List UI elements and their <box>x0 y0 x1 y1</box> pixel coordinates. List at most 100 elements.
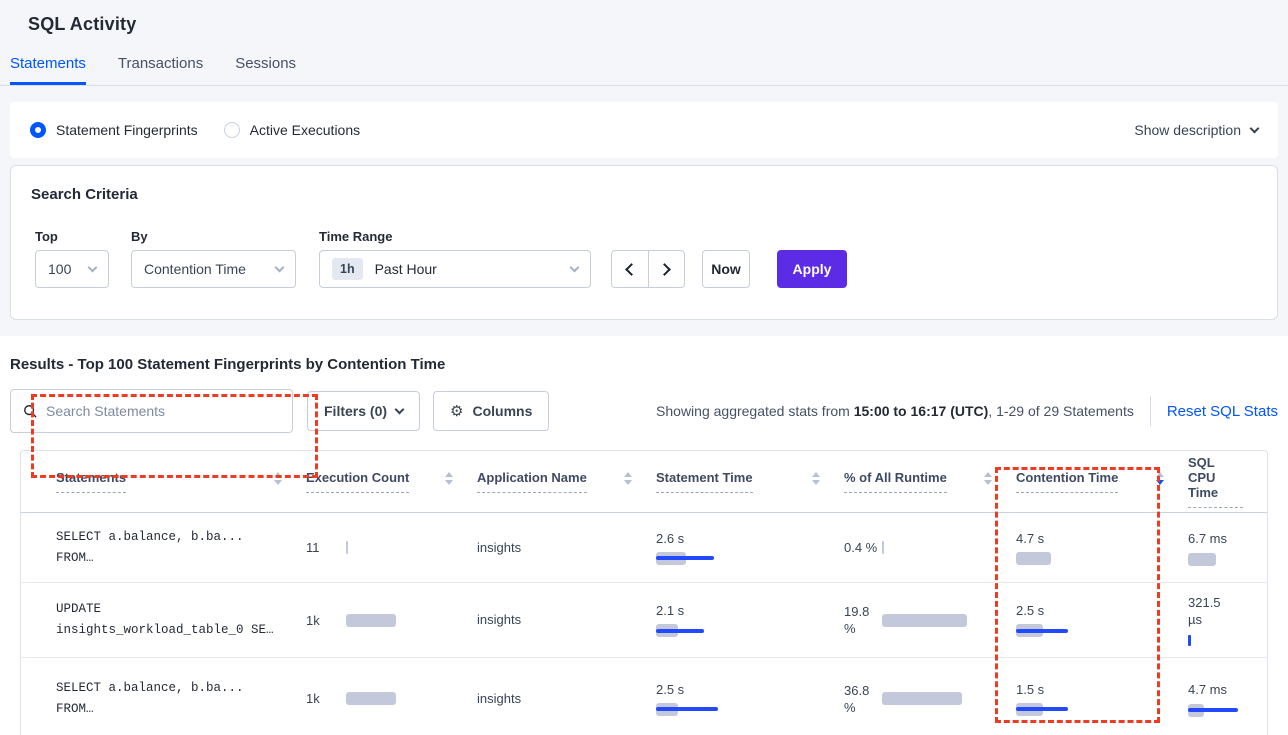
page-title: SQL Activity <box>28 14 1288 35</box>
application-name-cell: insights <box>477 690 656 708</box>
table-row: SELECT a.balance, b.ba... FROM… 1k insig… <box>21 658 1267 735</box>
divider <box>1150 396 1151 426</box>
filters-button[interactable]: Filters (0) <box>307 391 420 431</box>
pct-runtime-cell: 0.4 % <box>844 539 1016 556</box>
sql-cpu-time-cell: 6.7 ms <box>1188 530 1267 566</box>
statement-link[interactable]: SELECT a.balance, b.ba... FROM… <box>21 678 306 720</box>
show-description-label: Show description <box>1134 122 1241 138</box>
column-header-pct-runtime[interactable]: % of All Runtime <box>844 470 1016 493</box>
pct-runtime-cell: 36.8 % <box>844 682 1016 716</box>
next-time-button[interactable] <box>649 251 685 287</box>
chevron-down-icon <box>570 262 580 272</box>
tab-transactions[interactable]: Transactions <box>118 55 203 85</box>
chevron-down-icon <box>88 262 98 272</box>
bar-chart <box>1016 624 1108 637</box>
execution-count-cell: 11 <box>306 540 477 555</box>
bar-chart <box>656 703 748 716</box>
bar-chart <box>882 692 974 705</box>
execution-count-cell: 1k <box>306 613 477 628</box>
execution-count-cell: 1k <box>306 691 477 706</box>
previous-time-button[interactable] <box>612 251 649 287</box>
columns-label: Columns <box>472 403 532 419</box>
column-header-contention-time[interactable]: Contention Time <box>1016 470 1188 493</box>
column-header-sql-cpu-time[interactable]: SQL CPU Time <box>1188 455 1267 508</box>
table-header-row: Statements Execution Count Application N… <box>21 451 1267 513</box>
column-header-statement-time[interactable]: Statement Time <box>656 470 844 493</box>
tab-sessions[interactable]: Sessions <box>235 55 296 85</box>
tab-statements[interactable]: Statements <box>10 55 86 85</box>
top-select-value: 100 <box>48 261 71 277</box>
search-input[interactable] <box>46 403 280 419</box>
results-heading: Results - Top 100 Statement Fingerprints… <box>10 356 1278 373</box>
statement-time-cell: 2.1 s <box>656 603 844 637</box>
show-description-toggle[interactable]: Show description <box>1134 122 1258 138</box>
column-header-statements[interactable]: Statements <box>21 470 306 493</box>
columns-button[interactable]: ⚙ Columns <box>433 391 549 431</box>
aggregated-stats-text: Showing aggregated stats from 15:00 to 1… <box>656 403 1134 419</box>
chevron-left-icon <box>625 263 638 276</box>
sort-icon[interactable] <box>274 472 282 485</box>
search-icon <box>23 404 37 418</box>
application-name-cell: insights <box>477 539 656 557</box>
search-criteria-panel: Search Criteria Top 100 By Contention Ti… <box>10 165 1278 320</box>
radio-selected-icon <box>30 122 46 138</box>
chevron-down-icon <box>1250 123 1260 133</box>
time-range-label: Time Range <box>319 229 591 244</box>
tab-bar: Statements Transactions Sessions <box>0 55 1288 86</box>
bar-chart <box>346 614 438 627</box>
by-select-value: Contention Time <box>144 261 246 277</box>
contention-time-cell: 2.5 s <box>1016 603 1188 637</box>
application-name-cell: insights <box>477 611 656 629</box>
chevron-down-icon <box>275 262 285 272</box>
bar-chart <box>346 541 438 554</box>
view-toggle-bar: Statement Fingerprints Active Executions… <box>10 102 1278 158</box>
by-select[interactable]: Contention Time <box>131 250 296 288</box>
gear-icon: ⚙ <box>450 402 463 420</box>
search-criteria-heading: Search Criteria <box>31 186 1257 203</box>
time-range-select[interactable]: 1h Past Hour <box>319 250 591 288</box>
pct-runtime-cell: 19.8 % <box>844 603 1016 637</box>
sort-icon[interactable] <box>445 472 453 485</box>
statement-link[interactable]: UPDATE insights_workload_table_0 SE… <box>21 599 306 641</box>
top-section: SQL Activity Statements Transactions Ses… <box>0 0 1288 336</box>
table-row: SELECT a.balance, b.ba... FROM… 11 insig… <box>21 513 1267 583</box>
top-label: Top <box>35 229 109 244</box>
bar-chart <box>346 692 438 705</box>
statement-time-cell: 2.5 s <box>656 682 844 716</box>
time-range-value: Past Hour <box>375 261 437 277</box>
sql-cpu-time-cell: 4.7 ms <box>1188 681 1267 717</box>
contention-time-cell: 4.7 s <box>1016 531 1188 565</box>
statement-time-cell: 2.6 s <box>656 531 844 565</box>
column-header-application-name[interactable]: Application Name <box>477 470 656 493</box>
sort-icon[interactable] <box>812 472 820 485</box>
time-step-buttons <box>611 250 685 288</box>
filters-label: Filters (0) <box>324 403 387 419</box>
sql-cpu-time-cell: 321.5 µs <box>1188 594 1267 647</box>
bar-chart <box>882 614 974 627</box>
apply-button[interactable]: Apply <box>777 250 847 288</box>
bar-chart <box>656 552 748 565</box>
radio-unselected-icon <box>224 122 240 138</box>
sort-icon[interactable] <box>984 472 992 485</box>
results-section: Results - Top 100 Statement Fingerprints… <box>0 336 1288 735</box>
top-select[interactable]: 100 <box>35 250 109 288</box>
results-toolbar: Filters (0) ⚙ Columns Showing aggregated… <box>10 389 1278 433</box>
time-range-badge: 1h <box>332 258 363 280</box>
bar-chart <box>1188 553 1280 566</box>
radio-label: Active Executions <box>250 122 361 138</box>
statements-table: Statements Execution Count Application N… <box>20 450 1268 735</box>
now-button[interactable]: Now <box>702 250 750 288</box>
statement-link[interactable]: SELECT a.balance, b.ba... FROM… <box>21 527 306 569</box>
radio-statement-fingerprints[interactable]: Statement Fingerprints <box>30 122 198 138</box>
bar-chart <box>656 624 748 637</box>
table-row: UPDATE insights_workload_table_0 SE… 1k … <box>21 583 1267 658</box>
sort-icon[interactable] <box>624 472 632 485</box>
chevron-right-icon <box>658 263 671 276</box>
reset-sql-stats-link[interactable]: Reset SQL Stats <box>1167 403 1278 420</box>
sort-icon-descending[interactable] <box>1156 472 1164 485</box>
bar-chart <box>1016 703 1108 716</box>
column-header-execution-count[interactable]: Execution Count <box>306 470 477 493</box>
bar-chart <box>1016 552 1108 565</box>
radio-active-executions[interactable]: Active Executions <box>224 122 361 138</box>
chevron-down-icon <box>395 404 405 414</box>
